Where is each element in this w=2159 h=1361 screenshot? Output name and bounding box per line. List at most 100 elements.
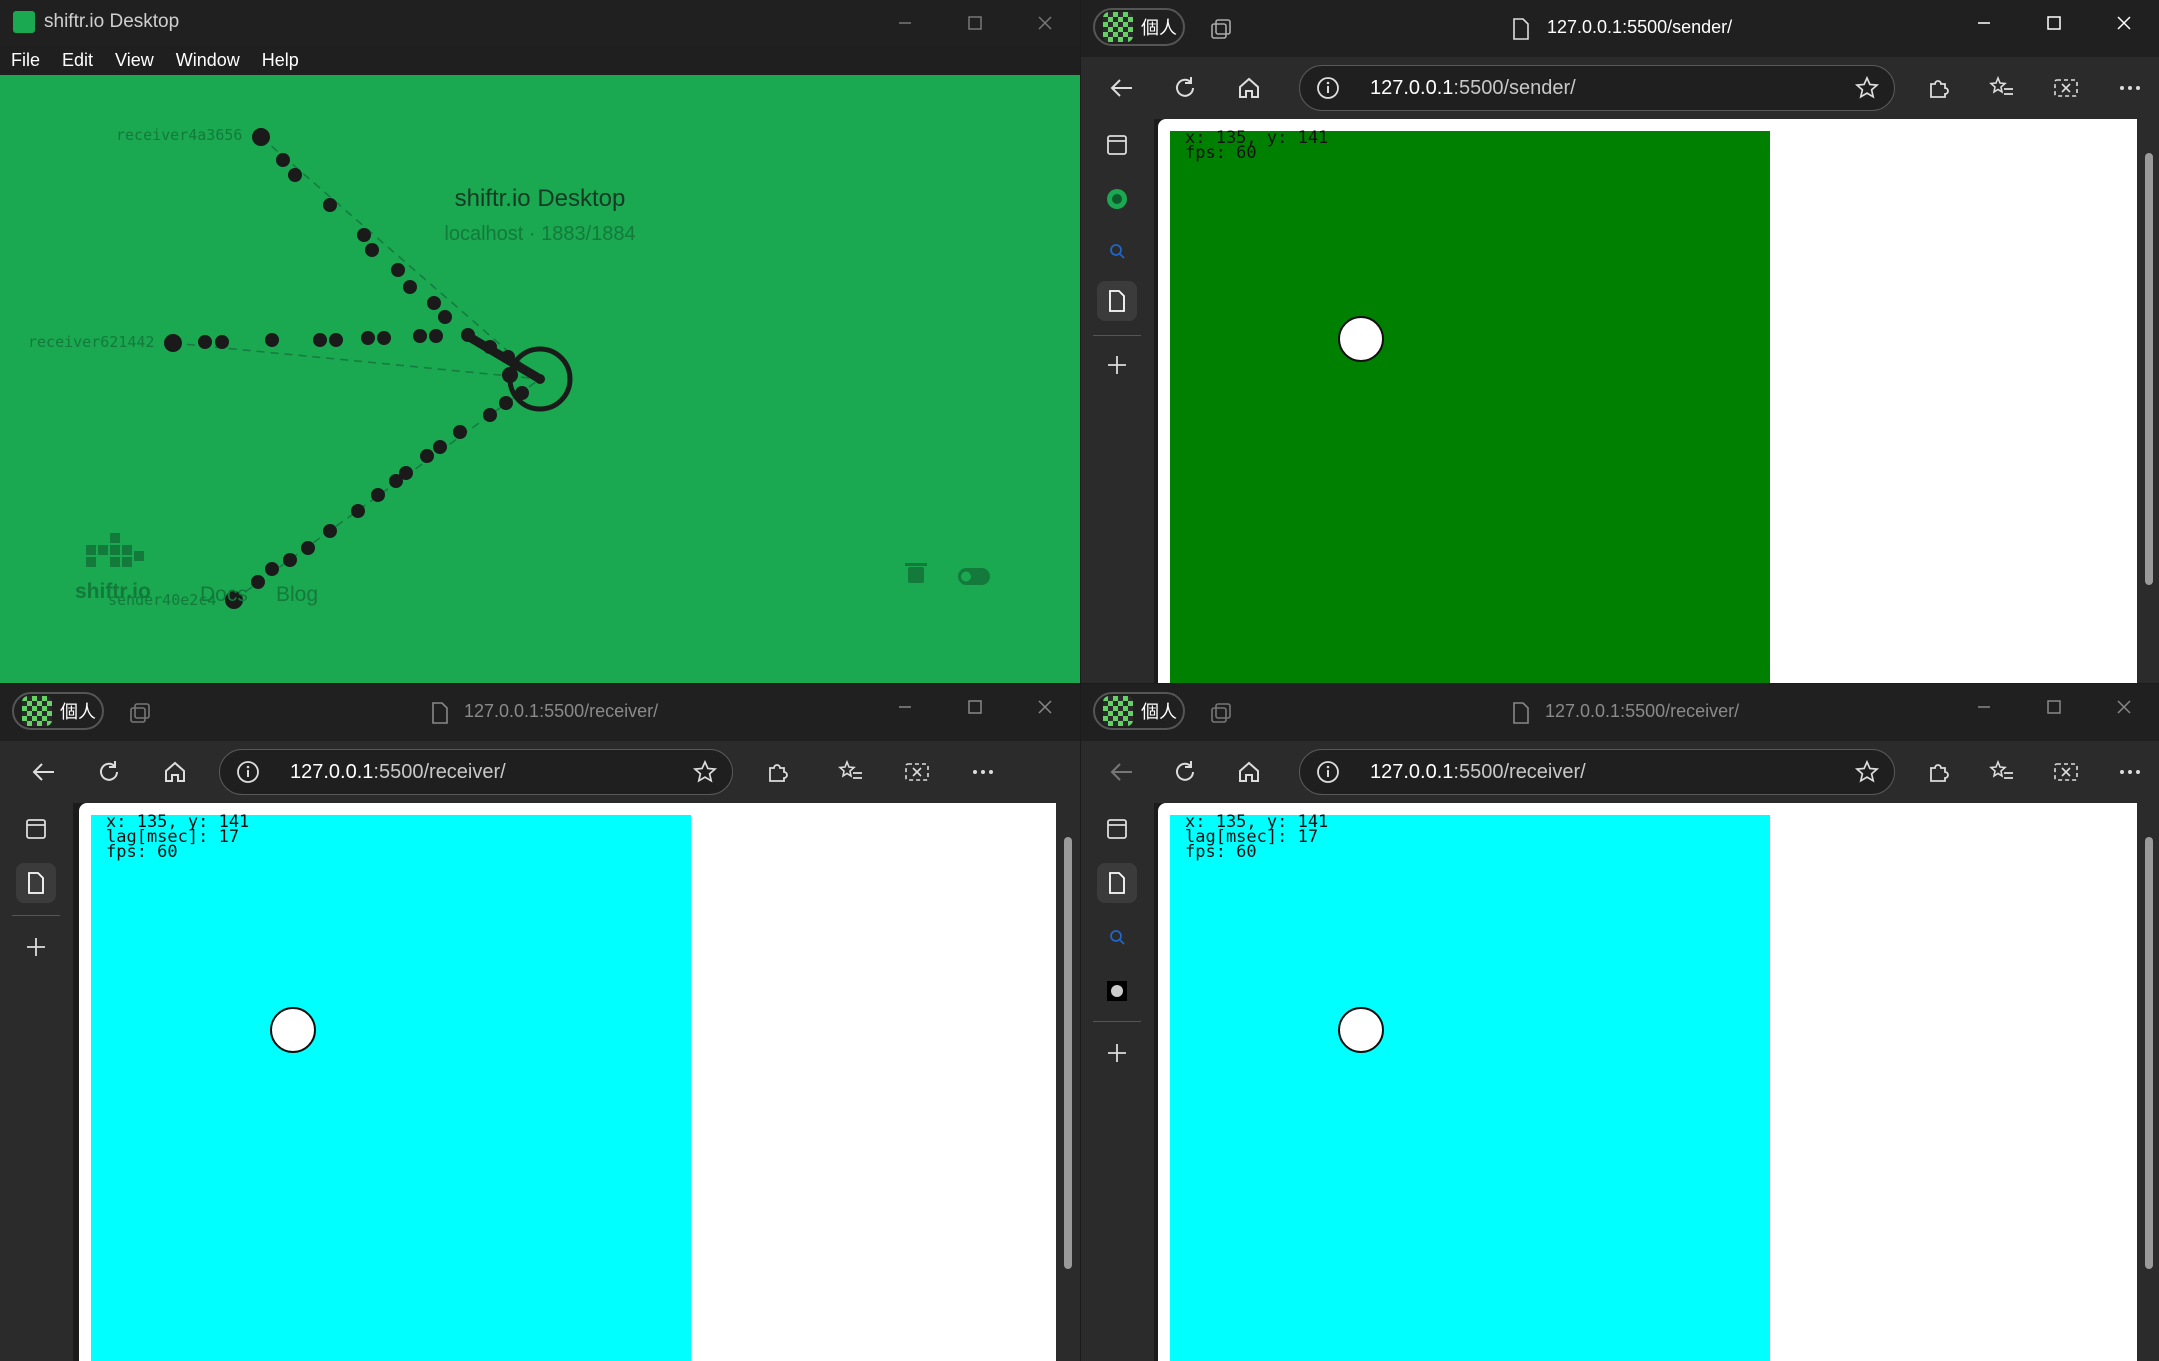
profile-name: 個人 (60, 702, 96, 722)
address-bar[interactable]: 127.0.0.1:5500/receiver/ (219, 749, 733, 795)
profile-button[interactable]: 個人 (1093, 8, 1185, 46)
scrollbar-thumb[interactable] (2145, 153, 2153, 585)
receiver-canvas (1170, 815, 1770, 1361)
receiver-canvas (91, 815, 691, 1361)
tab-url: 127.0.0.1:5500/receiver/ (1545, 701, 1740, 721)
tab-page-icon[interactable] (1097, 863, 1137, 903)
scrollbar[interactable] (2137, 119, 2159, 683)
avatar (22, 696, 52, 726)
back-button[interactable] (1102, 753, 1140, 791)
info-icon[interactable] (1316, 760, 1340, 784)
address-bar[interactable]: 127.0.0.1:5500/sender/ (1299, 65, 1895, 111)
favorites-icon[interactable] (1983, 69, 2021, 107)
extensions-icon[interactable] (1919, 753, 1957, 791)
sidebar-divider (1093, 1021, 1141, 1022)
new-tab-icon[interactable] (1097, 1033, 1137, 1073)
avatar (1103, 12, 1133, 42)
scrollbar[interactable] (2137, 803, 2159, 1361)
back-button[interactable] (1102, 69, 1140, 107)
extensions-icon[interactable] (758, 753, 796, 791)
sidebar-app-icon[interactable] (1097, 971, 1137, 1011)
home-button[interactable] (1230, 753, 1268, 791)
minimize-button[interactable] (870, 0, 940, 45)
info-icon[interactable] (236, 760, 260, 784)
workspaces-icon[interactable] (1209, 700, 1235, 726)
close-button[interactable] (2089, 684, 2159, 729)
new-tab-icon[interactable] (16, 927, 56, 967)
profile-name: 個人 (1141, 18, 1177, 38)
title-bar: shiftr.io Desktop (0, 0, 1080, 45)
tab-url: 127.0.0.1:5500/receiver/ (464, 701, 659, 721)
fps-readout: fps: 60 (1185, 143, 1257, 163)
more-menu-icon[interactable] (2111, 69, 2149, 107)
shiftr-window: shiftr.io Desktop File Edit View Window … (0, 0, 1080, 683)
home-button[interactable] (1230, 69, 1268, 107)
minimize-button[interactable] (870, 684, 940, 729)
address-bar[interactable]: 127.0.0.1:5500/receiver/ (1299, 749, 1895, 795)
extensions-icon[interactable] (1919, 69, 1957, 107)
scrollbar-thumb[interactable] (2145, 837, 2153, 1269)
screenshot-icon[interactable] (898, 753, 936, 791)
blog-link[interactable]: Blog (276, 583, 318, 607)
menu-file[interactable]: File (0, 45, 51, 75)
tab-page-icon[interactable] (16, 863, 56, 903)
client-label: receiver621442 (28, 333, 155, 351)
sidebar-app-icon[interactable] (1097, 179, 1137, 219)
close-button[interactable] (2089, 0, 2159, 45)
maximize-button[interactable] (2019, 0, 2089, 45)
ball[interactable] (1338, 316, 1384, 362)
minimize-button[interactable] (1949, 0, 2019, 45)
sender-canvas[interactable] (1170, 131, 1770, 683)
back-button[interactable] (24, 753, 62, 791)
avatar (1103, 696, 1133, 726)
screenshot-icon[interactable] (2047, 753, 2085, 791)
page-icon (1511, 701, 1531, 725)
search-icon[interactable] (1097, 231, 1137, 271)
scrollbar[interactable] (1056, 803, 1080, 1361)
new-tab-icon[interactable] (1097, 345, 1137, 385)
toolbar: 127.0.0.1:5500/receiver/ (0, 741, 1080, 803)
favorite-star-icon[interactable] (692, 759, 718, 785)
close-button[interactable] (1010, 0, 1080, 45)
more-menu-icon[interactable] (2111, 753, 2149, 791)
menu-window[interactable]: Window (165, 45, 251, 75)
toggle-switch[interactable] (956, 565, 992, 587)
menu-edit[interactable]: Edit (51, 45, 104, 75)
minimize-button[interactable] (1949, 684, 2019, 729)
tab-actions-icon[interactable] (1097, 125, 1137, 165)
trash-icon[interactable] (900, 561, 932, 589)
favorites-icon[interactable] (832, 753, 870, 791)
favorite-star-icon[interactable] (1854, 75, 1880, 101)
profile-button[interactable]: 個人 (1093, 692, 1185, 730)
menu-view[interactable]: View (104, 45, 165, 75)
maximize-button[interactable] (940, 684, 1010, 729)
menu-help[interactable]: Help (251, 45, 310, 75)
profile-button[interactable]: 個人 (12, 692, 104, 730)
page-icon (1511, 17, 1531, 41)
info-icon[interactable] (1316, 76, 1340, 100)
more-menu-icon[interactable] (964, 753, 1002, 791)
workspaces-icon[interactable] (1209, 16, 1235, 42)
home-button[interactable] (156, 753, 194, 791)
docs-link[interactable]: Docs (200, 583, 248, 607)
browser-window-receiver-1: 個人 127.0.0.1:5500/receiver/ 127.0.0.1:55… (0, 684, 1080, 1361)
tab-actions-icon[interactable] (16, 809, 56, 849)
favorites-icon[interactable] (1983, 753, 2021, 791)
workspaces-icon[interactable] (128, 700, 154, 726)
maximize-button[interactable] (2019, 684, 2089, 729)
scrollbar-thumb[interactable] (1064, 837, 1072, 1269)
close-button[interactable] (1010, 684, 1080, 729)
page-content: x: 135, y: 141 fps: 60 (1158, 119, 2137, 683)
refresh-button[interactable] (1166, 69, 1204, 107)
maximize-button[interactable] (940, 0, 1010, 45)
ball (1338, 1007, 1384, 1053)
address-text: 127.0.0.1:5500/receiver/ (290, 761, 506, 783)
refresh-button[interactable] (1166, 753, 1204, 791)
screenshot-icon[interactable] (2047, 69, 2085, 107)
tab-page-icon[interactable] (1097, 281, 1137, 321)
refresh-button[interactable] (90, 753, 128, 791)
page-content: x: 135, y: 141 lag[msec]: 17 fps: 60 (79, 803, 1056, 1361)
tab-actions-icon[interactable] (1097, 809, 1137, 849)
search-icon[interactable] (1097, 917, 1137, 957)
favorite-star-icon[interactable] (1854, 759, 1880, 785)
